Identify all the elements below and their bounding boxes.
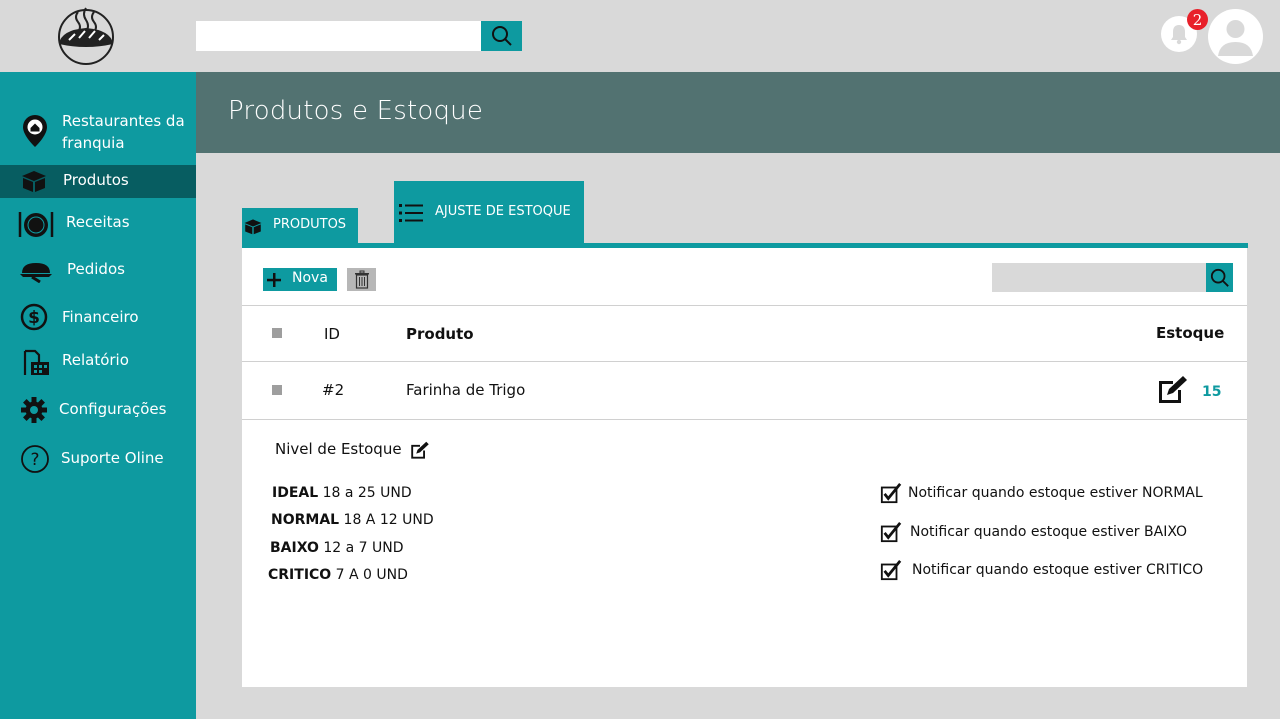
checkbox-checked-icon bbox=[880, 521, 902, 543]
edit-icon[interactable] bbox=[410, 441, 430, 460]
global-search-input[interactable] bbox=[196, 21, 481, 51]
sidebar-item-label: Receitas bbox=[66, 213, 130, 231]
tab-label: AJUSTE DE ESTOQUE bbox=[435, 204, 571, 219]
sidebar-item-label: Pedidos bbox=[67, 260, 125, 278]
box-icon bbox=[22, 171, 46, 192]
tab-label: PRODUTOS bbox=[273, 217, 347, 232]
sidebar-item-produtos[interactable]: Produtos bbox=[0, 165, 196, 198]
level-baixo: BAIXO 12 a 7 UND bbox=[270, 540, 404, 556]
sidebar-item-relatorio[interactable]: Relatório bbox=[0, 346, 196, 380]
sidebar-item-financeiro[interactable]: $ Financeiro bbox=[0, 302, 196, 336]
row-produto: Farinha de Trigo bbox=[406, 381, 526, 399]
trash-icon bbox=[354, 270, 369, 289]
table-search-input[interactable] bbox=[992, 263, 1206, 292]
level-range: 18 A 12 UND bbox=[343, 512, 434, 528]
top-bar bbox=[0, 0, 1280, 72]
level-name: CRITICO bbox=[268, 567, 332, 583]
tab-produtos[interactable]: PRODUTOS bbox=[242, 208, 358, 244]
notify-label: Notificar quando estoque estiver NORMAL bbox=[908, 485, 1203, 501]
box-icon bbox=[244, 219, 262, 235]
notify-normal-checkbox[interactable]: Notificar quando estoque estiver NORMAL bbox=[880, 482, 1203, 504]
new-button-label: Nova bbox=[292, 270, 328, 286]
sidebar-item-configuracoes[interactable]: Configurações bbox=[0, 395, 196, 429]
table-search-button[interactable] bbox=[1206, 263, 1233, 292]
column-header-id: ID bbox=[324, 325, 340, 343]
search-icon bbox=[1210, 268, 1229, 287]
notification-badge: 2 bbox=[1187, 9, 1208, 30]
user-avatar[interactable] bbox=[1208, 9, 1263, 64]
select-all-checkbox[interactable] bbox=[272, 328, 282, 338]
bell-icon bbox=[1171, 25, 1187, 45]
search-icon bbox=[491, 26, 512, 46]
level-range: 7 A 0 UND bbox=[335, 567, 408, 583]
dollar-icon: $ bbox=[20, 303, 48, 331]
edit-icon[interactable] bbox=[1157, 375, 1189, 405]
level-ideal: IDEAL 18 a 25 UND bbox=[272, 485, 412, 501]
checkbox-checked-icon bbox=[880, 559, 902, 581]
level-name: IDEAL bbox=[272, 485, 319, 501]
sidebar-item-label: Produtos bbox=[63, 171, 129, 189]
notify-label: Notificar quando estoque estiver CRITICO bbox=[912, 562, 1204, 578]
sidebar-item-pedidos[interactable]: Pedidos bbox=[0, 255, 196, 289]
stock-level-title: Nivel de Estoque bbox=[275, 440, 402, 458]
sidebar-item-suporte[interactable]: ? Suporte Oline bbox=[0, 443, 196, 477]
bakery-logo[interactable] bbox=[55, 4, 117, 66]
cloche-icon bbox=[20, 263, 52, 283]
global-search-button[interactable] bbox=[481, 21, 522, 51]
notify-critico-checkbox[interactable]: Notificar quando estoque estiver CRITICO bbox=[880, 559, 1203, 581]
sidebar-item-label: franquia bbox=[62, 134, 125, 152]
sidebar-item-label: Configurações bbox=[59, 400, 167, 418]
row-checkbox[interactable] bbox=[272, 385, 282, 395]
location-pin-icon bbox=[23, 115, 47, 147]
level-name: NORMAL bbox=[271, 512, 340, 528]
svg-text:$: $ bbox=[28, 308, 40, 328]
list-icon bbox=[399, 204, 423, 222]
column-header-produto: Produto bbox=[406, 325, 474, 343]
level-range: 12 a 7 UND bbox=[323, 540, 404, 556]
level-critico: CRITICO 7 A 0 UND bbox=[268, 567, 408, 583]
divider bbox=[242, 305, 1247, 306]
sidebar-item-restaurantes[interactable]: Restaurantes da franquia bbox=[0, 110, 196, 156]
delete-button[interactable] bbox=[347, 268, 376, 291]
gear-icon bbox=[21, 397, 47, 423]
content-panel bbox=[242, 248, 1247, 687]
sidebar-item-label: Suporte Oline bbox=[61, 449, 164, 467]
plus-icon bbox=[267, 273, 281, 287]
help-icon: ? bbox=[21, 445, 49, 473]
sidebar-item-label: Restaurantes da bbox=[62, 112, 185, 130]
new-button[interactable]: Nova bbox=[263, 268, 337, 291]
level-range: 18 a 25 UND bbox=[322, 485, 412, 501]
user-icon bbox=[1218, 20, 1253, 56]
divider bbox=[242, 419, 1247, 420]
notify-baixo-checkbox[interactable]: Notificar quando estoque estiver BAIXO bbox=[880, 521, 1187, 543]
report-icon bbox=[23, 349, 49, 375]
tab-ajuste-estoque[interactable]: AJUSTE DE ESTOQUE bbox=[394, 181, 584, 244]
sidebar-item-label: Financeiro bbox=[62, 308, 139, 326]
level-name: BAIXO bbox=[270, 540, 319, 556]
row-estoque: 15 bbox=[1202, 384, 1222, 400]
svg-text:?: ? bbox=[30, 450, 39, 470]
sidebar-item-receitas[interactable]: Receitas bbox=[0, 207, 196, 241]
row-id: #2 bbox=[322, 381, 345, 399]
plate-icon bbox=[18, 212, 54, 237]
column-header-estoque: Estoque bbox=[1156, 324, 1225, 342]
level-normal: NORMAL 18 A 12 UND bbox=[271, 512, 434, 528]
notify-label: Notificar quando estoque estiver BAIXO bbox=[910, 524, 1188, 540]
checkbox-checked-icon bbox=[880, 482, 902, 504]
divider bbox=[242, 361, 1247, 362]
page-title: Produtos e Estoque bbox=[228, 96, 484, 126]
sidebar-item-label: Relatório bbox=[62, 351, 129, 369]
